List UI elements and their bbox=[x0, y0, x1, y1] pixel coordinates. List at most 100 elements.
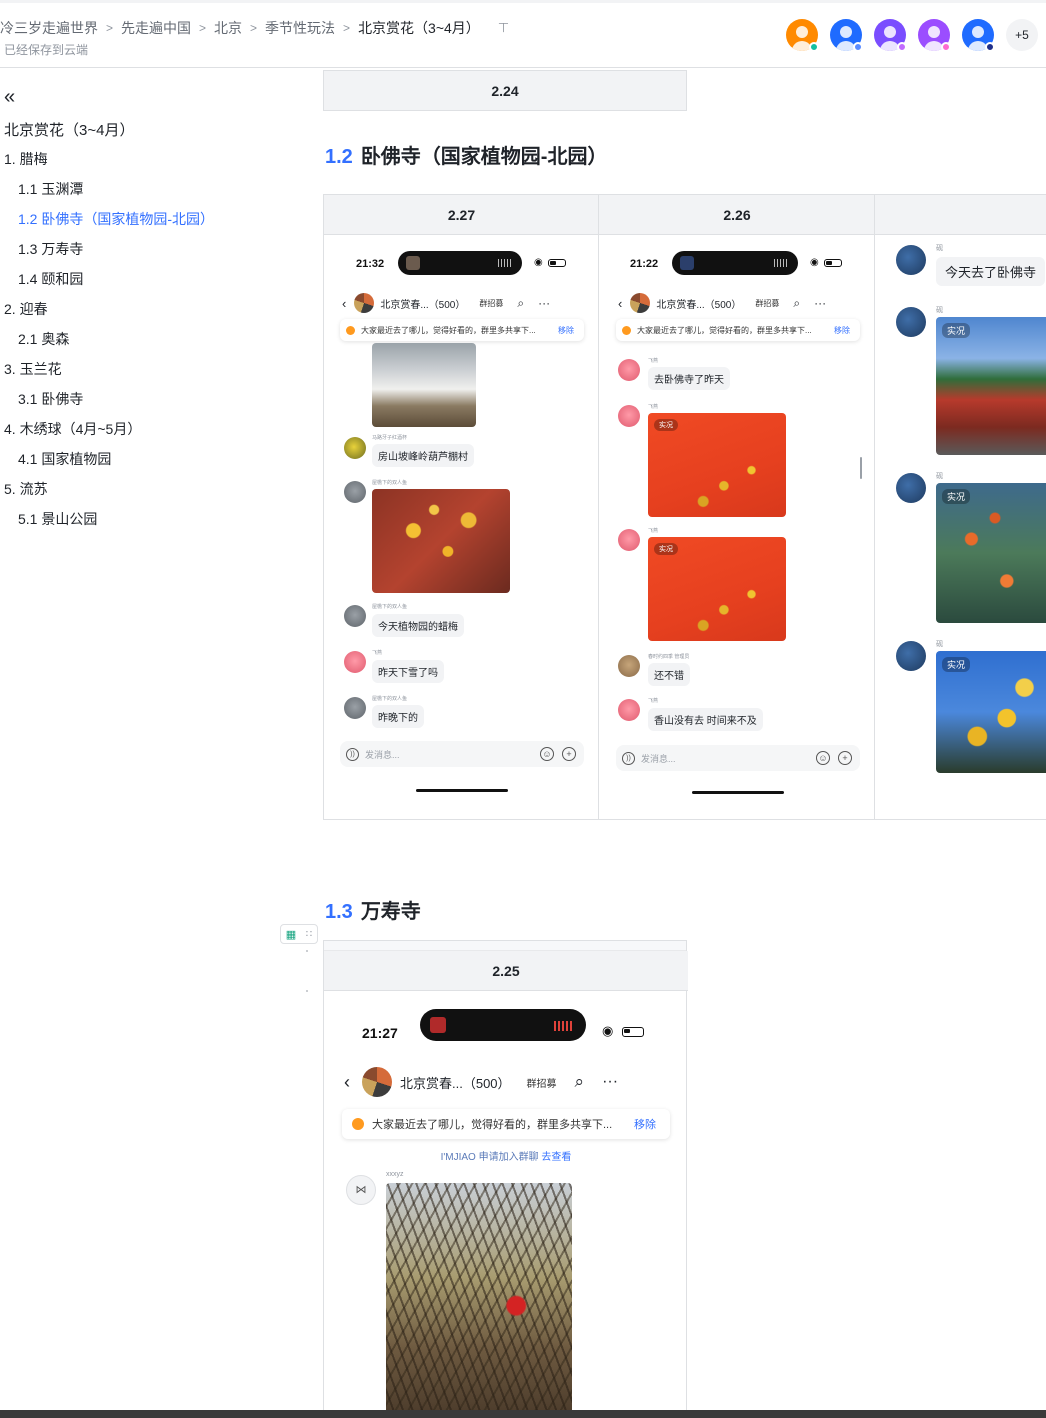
outline-item[interactable]: 2.1 奥森 bbox=[18, 329, 69, 349]
battery-icon bbox=[622, 1027, 644, 1037]
sender-avatar bbox=[344, 697, 366, 719]
sender-name: 砚 bbox=[936, 307, 943, 314]
join-request-text: I'MJIAO 申请加入群聊 bbox=[440, 1152, 539, 1163]
heading-text: 万寿寺 bbox=[360, 901, 421, 923]
table-header-cell[interactable] bbox=[875, 195, 1046, 235]
battery-icon bbox=[548, 259, 566, 267]
breadcrumb-item-1[interactable]: 冷三岁走遍世界 bbox=[0, 18, 98, 38]
chat-screenshot[interactable]: 21:27 ◉ ‹ 北京赏春...（500） 群招募 ⌕ ··· 大家最近去了哪… bbox=[336, 999, 676, 1410]
table-header-cell[interactable]: 2.25 bbox=[324, 951, 688, 991]
wifi-icon: ◉ bbox=[534, 257, 543, 268]
section-heading-1-3[interactable]: 1.3 万寿寺 bbox=[325, 895, 421, 924]
voice-icon: )) bbox=[346, 747, 359, 761]
sender-name: 春时约四季 管理员 bbox=[648, 654, 690, 660]
chat-nav-bar: ‹ 北京赏春...（500） 群招募 ⌕ ··· bbox=[618, 293, 864, 313]
sender-avatar bbox=[618, 359, 640, 381]
back-icon: ‹ bbox=[618, 295, 623, 311]
sender-avatar: ⋈ bbox=[346, 1175, 376, 1205]
presence-dot bbox=[853, 42, 863, 52]
join-request-notice: I'MJIAO 申请加入群聊 去查看 bbox=[336, 1148, 676, 1163]
chat-screenshot[interactable]: 21:22 ◉ ‹ 北京赏春...（500） 群招募 ⌕ ··· 大家最近去了哪… bbox=[612, 245, 864, 805]
more-icon: ··· bbox=[538, 296, 551, 310]
outline-item-active[interactable]: 1.2 卧佛寺（国家植物园-北园） bbox=[18, 209, 214, 229]
sender-avatar bbox=[618, 699, 640, 721]
collaborator-avatar[interactable] bbox=[874, 19, 907, 52]
outline-title[interactable]: 北京赏花（3~4月） bbox=[4, 119, 134, 140]
message-input: )) 发消息... ☺ + bbox=[616, 745, 860, 771]
group-avatar bbox=[354, 293, 375, 313]
outline-item[interactable]: 4. 木绣球（4月~5月） bbox=[4, 419, 141, 439]
wifi-icon: ◉ bbox=[810, 257, 819, 268]
table-resize-bar bbox=[324, 941, 686, 951]
battery-icon bbox=[824, 259, 842, 267]
live-photo-badge: 实况 bbox=[942, 489, 971, 504]
outline-item[interactable]: 3.1 卧佛寺 bbox=[18, 389, 83, 409]
outline-sidebar: « 北京赏花（3~4月） 1. 腊梅 1.1 玉渊潭 1.2 卧佛寺（国家植物园… bbox=[0, 68, 300, 1408]
group-notice: 大家最近去了哪儿，觉得好看的，群里多共享下... 移除 bbox=[342, 1109, 670, 1139]
message-bubble: 去卧佛寺了昨天 bbox=[648, 367, 730, 390]
image-table: 2.27 2.26 21:32 ◉ ‹ 北京赏春...（500） 群招募 ⌕ ·… bbox=[323, 194, 1046, 820]
outline-item[interactable]: 5. 流苏 bbox=[4, 479, 48, 499]
notice-text: 大家最近去了哪儿，觉得好看的，群里多共享下... bbox=[372, 1119, 613, 1131]
scrollbar[interactable] bbox=[860, 457, 862, 479]
outline-item[interactable]: 1.3 万寿寺 bbox=[18, 239, 83, 259]
sender-name: 屋檐下的双人鱼 bbox=[372, 604, 408, 610]
document-content: 2.24 1.2 卧佛寺（国家植物园-北园） 2.27 2.26 21:32 ◉ … bbox=[300, 68, 1046, 1410]
chevron-right-icon: > bbox=[250, 21, 258, 35]
notice-icon bbox=[622, 325, 631, 335]
notice-remove: 移除 bbox=[634, 1119, 656, 1131]
dynamic-island bbox=[398, 251, 522, 275]
live-photo-badge: 实况 bbox=[942, 657, 971, 672]
breadcrumb-item-3[interactable]: 北京 bbox=[214, 18, 242, 38]
chat-photo: 实况 bbox=[936, 483, 1046, 623]
chat-screenshot[interactable]: 砚 今天去了卧佛寺 砚 实况 砚 实况 砚 实况 bbox=[884, 239, 1046, 779]
save-status: 已经保存到云端 bbox=[4, 43, 89, 57]
sender-avatar bbox=[618, 529, 640, 551]
emoji-icon: ☺ bbox=[816, 751, 830, 765]
outline-item[interactable]: 1. 腊梅 bbox=[4, 149, 48, 169]
group-name: 北京赏春...（500） bbox=[380, 299, 466, 311]
collaborator-avatar[interactable] bbox=[962, 19, 995, 52]
block-toolbar[interactable]: ▦ ∷ bbox=[280, 924, 318, 944]
input-placeholder: 发消息... bbox=[641, 753, 676, 764]
sender-name: 砚 bbox=[936, 245, 943, 252]
breadcrumb-item-4[interactable]: 季节性玩法 bbox=[265, 18, 335, 38]
heading-text: 卧佛寺（国家植物园-北园） bbox=[360, 146, 608, 168]
outline-item[interactable]: 2. 迎春 bbox=[4, 299, 48, 319]
live-photo-badge: 实况 bbox=[654, 543, 678, 555]
chat-screenshot[interactable]: 21:32 ◉ ‹ 北京赏春...（500） 群招募 ⌕ ··· 大家最近去了哪… bbox=[336, 245, 588, 805]
bottom-taskbar bbox=[0, 1410, 1046, 1418]
message-bubble: 昨天下雪了吗 bbox=[372, 660, 444, 683]
outline-item[interactable]: 4.1 国家植物园 bbox=[18, 449, 111, 469]
breadcrumb-item-2[interactable]: 先走遍中国 bbox=[121, 18, 191, 38]
sender-name: 飞燕 bbox=[648, 698, 659, 704]
group-notice: 大家最近去了哪儿，觉得好看的，群里多共享下... 移除 bbox=[616, 319, 860, 341]
outline-item[interactable]: 5.1 景山公园 bbox=[18, 509, 97, 529]
table-header-cell[interactable]: 2.27 bbox=[324, 195, 599, 235]
collapse-sidebar-icon[interactable]: « bbox=[4, 87, 15, 107]
outline-item[interactable]: 1.1 玉渊潭 bbox=[18, 179, 83, 199]
phone-time: 21:32 bbox=[356, 258, 385, 270]
collaborator-avatar[interactable] bbox=[786, 19, 819, 52]
collaborator-avatar[interactable] bbox=[918, 19, 951, 52]
chat-nav-bar: ‹ 北京赏春...（500） 群招募 ⌕ ··· bbox=[342, 293, 588, 313]
sender-name: 飞燕 bbox=[648, 404, 659, 410]
sender-name: xxxyz bbox=[386, 1171, 404, 1178]
collaborator-avatar[interactable] bbox=[830, 19, 863, 52]
outline-item[interactable]: 1.4 颐和园 bbox=[18, 269, 83, 289]
heading-number: 1.3 bbox=[325, 901, 353, 923]
voice-icon: )) bbox=[622, 751, 635, 765]
sender-avatar bbox=[618, 405, 640, 427]
emoji-icon: ☺ bbox=[540, 747, 554, 761]
pin-icon[interactable]: ⊤ bbox=[498, 20, 509, 36]
group-recruit-label: 群招募 bbox=[755, 298, 780, 308]
chat-photo: 实况 bbox=[936, 651, 1046, 773]
table-header-cell[interactable]: 2.24 bbox=[323, 70, 687, 111]
more-collaborators-button[interactable]: +5 bbox=[1006, 19, 1038, 51]
section-heading-1-2[interactable]: 1.2 卧佛寺（国家植物园-北园） bbox=[325, 140, 607, 169]
join-request-link: 去查看 bbox=[541, 1152, 572, 1163]
outline-item[interactable]: 3. 玉兰花 bbox=[4, 359, 62, 379]
breadcrumb-current[interactable]: 北京赏花（3~4月） bbox=[358, 18, 480, 38]
table-header-cell[interactable]: 2.26 bbox=[599, 195, 875, 235]
chat-nav-bar: ‹ 北京赏春...（500） 群招募 ⌕ ··· bbox=[344, 1067, 676, 1097]
